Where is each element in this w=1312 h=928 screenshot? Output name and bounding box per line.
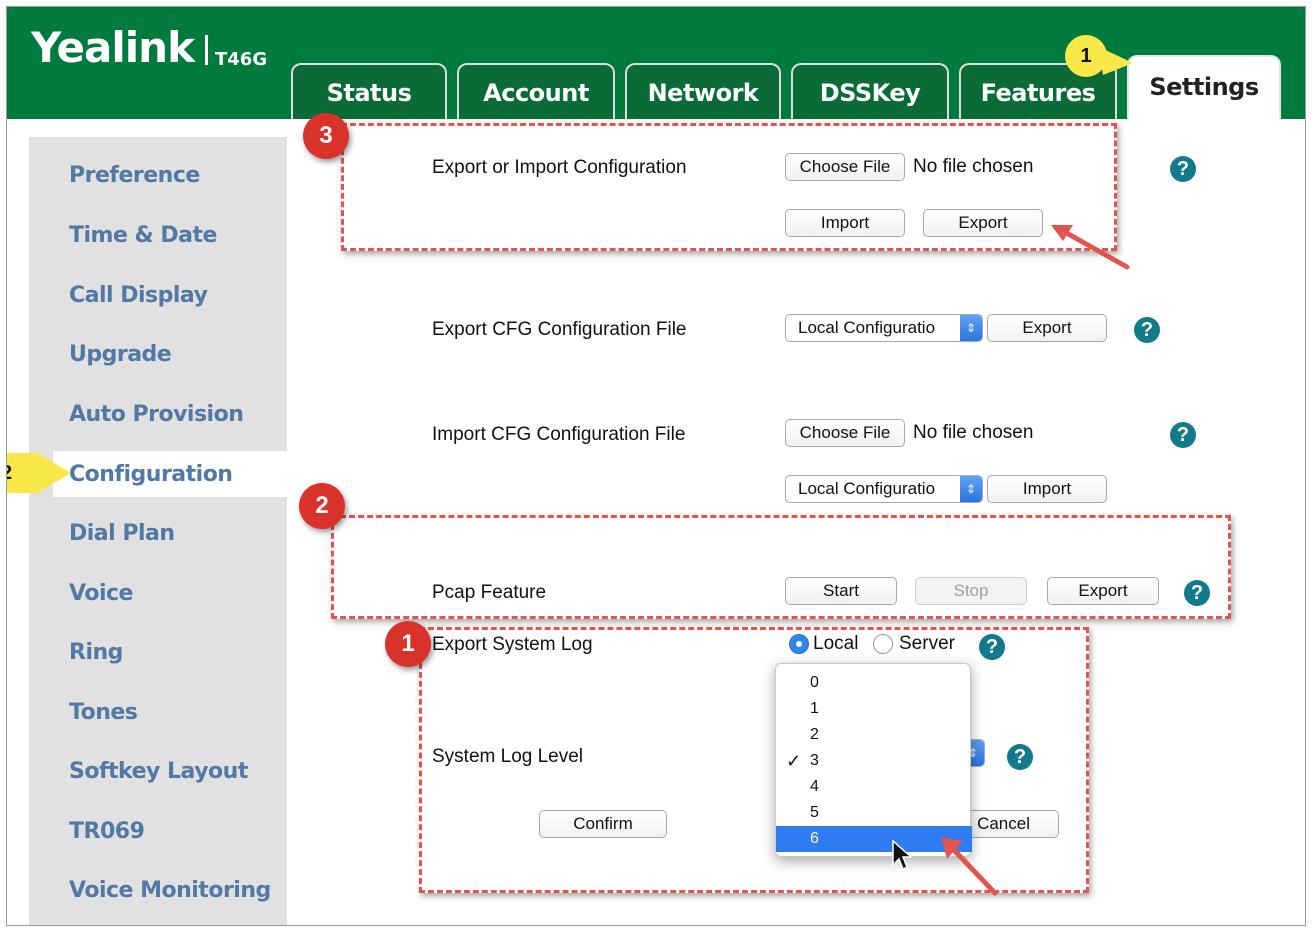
red-arrow-icon — [941, 837, 998, 896]
tab-status[interactable]: Status — [291, 63, 447, 119]
help-icon[interactable]: ? — [1170, 422, 1196, 448]
browser-frame: Yealink T46G Status Account Network DSSK… — [6, 6, 1306, 926]
import-cfg-no-file-text: No file chosen — [913, 422, 1034, 443]
select-arrows-icon: ⇕ — [960, 315, 982, 341]
tab-pointer-arrow-icon — [1099, 47, 1133, 75]
sidebar-pointer-arrow-icon — [37, 453, 71, 493]
sidebar-item-upgrade[interactable]: Upgrade — [69, 342, 172, 367]
export-cfg-button[interactable]: Export — [987, 314, 1107, 342]
sidebar-item-voice-monitoring[interactable]: Voice Monitoring — [69, 878, 271, 903]
import-cfg-label: Import CFG Configuration File — [432, 424, 686, 445]
sidebar-item-tr069[interactable]: TR069 — [69, 819, 145, 844]
tab-account[interactable]: Account — [457, 63, 615, 119]
sidebar-item-voice[interactable]: Voice — [69, 581, 133, 606]
yealink-logo: Yealink — [31, 23, 195, 72]
import-cfg-select-value: Local Configuratio — [798, 479, 936, 498]
help-icon[interactable]: ? — [1134, 317, 1160, 343]
import-cfg-button[interactable]: Import — [987, 475, 1107, 503]
sidebar-item-dial-plan[interactable]: Dial Plan — [69, 521, 175, 546]
select-arrows-icon: ⇕ — [960, 476, 982, 502]
export-cfg-label: Export CFG Configuration File — [432, 319, 687, 340]
export-cfg-select[interactable]: Local Configuratio ⇕ — [785, 314, 983, 342]
sidebar-item-time-date[interactable]: Time & Date — [69, 223, 217, 248]
highlight-box-config — [341, 123, 1117, 251]
red-arrow-icon — [1051, 225, 1130, 270]
logo-divider — [205, 35, 208, 65]
sidebar-item-call-display[interactable]: Call Display — [69, 283, 208, 308]
sidebar-item-auto-provision[interactable]: Auto Provision — [69, 402, 244, 427]
sidebar-item-preference[interactable]: Preference — [69, 163, 200, 188]
sidebar-item-softkey-layout[interactable]: Softkey Layout — [69, 759, 248, 784]
sidebar-pointer-badge: 2 — [7, 453, 41, 493]
export-cfg-select-value: Local Configuratio — [798, 318, 936, 337]
callout-3: 3 — [303, 113, 349, 159]
sidebar-item-ring[interactable]: Ring — [69, 640, 123, 665]
highlight-box-pcap — [331, 515, 1231, 619]
callout-1: 1 — [385, 621, 431, 667]
model-label: T46G — [215, 49, 268, 70]
mouse-cursor-icon — [892, 839, 913, 871]
import-cfg-select[interactable]: Local Configuratio ⇕ — [785, 475, 983, 503]
tab-settings[interactable]: Settings — [1127, 55, 1281, 119]
help-icon[interactable]: ? — [1170, 156, 1196, 182]
sidebar-item-tones[interactable]: Tones — [69, 700, 138, 725]
import-cfg-choose-file-button[interactable]: Choose File — [785, 419, 905, 447]
tab-dsskey[interactable]: DSSKey — [791, 63, 949, 119]
callout-2: 2 — [299, 483, 345, 529]
tab-network[interactable]: Network — [625, 63, 781, 119]
sidebar-item-configuration[interactable]: Configuration — [69, 462, 233, 487]
